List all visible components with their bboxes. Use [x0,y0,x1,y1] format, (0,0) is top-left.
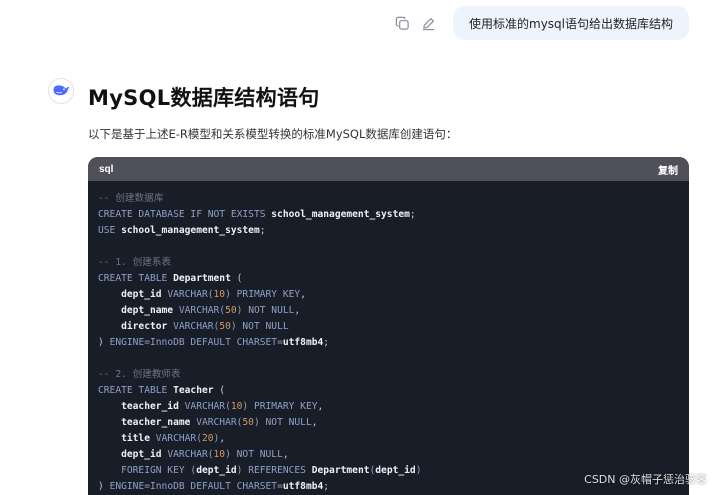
code-token: school_management_system [121,225,260,236]
code-block-header: sql 复制 [88,157,689,181]
code-token: , [311,417,318,428]
code-token: ) [415,465,422,476]
code-language-label: sql [99,163,114,175]
code-token: CREATE DATABASE IF NOT EXISTS [98,209,272,220]
code-token: ; [409,209,416,220]
code-token: 10 [213,449,226,460]
code-line: -- 2. 创建教师表 [98,367,679,383]
code-token: ; [323,337,330,348]
code-token: school_management_system [271,209,410,220]
code-token: , [317,401,324,412]
watermark: CSDN @灰帽子惩治骇客 [584,473,707,486]
code-token: ( [213,385,226,396]
answer-intro: 以下是基于上述E-R模型和关系模型转换的标准MySQL数据库创建语句： [88,127,458,141]
code-line: director VARCHAR(50) NOT NULL [98,319,679,335]
code-token: utf8mb4 [282,481,324,492]
code-token: teacher_id [98,401,179,412]
code-token: dept_id [196,465,237,476]
code-line: teacher_name VARCHAR(50) NOT NULL, [98,415,679,431]
code-token: Department [173,273,231,284]
code-token: , [282,449,289,460]
code-token: dept_id [375,465,416,476]
whale-logo-icon [52,82,70,101]
code-token: 50 [242,417,254,428]
code-line: USE school_management_system; [98,223,679,239]
code-token: ( [230,273,243,284]
code-token: ) REFERENCES [236,465,312,476]
code-token: director [98,321,168,332]
code-token: ) NOT NULL [236,305,295,316]
code-token: ) PRIMARY KEY [225,289,301,300]
copy-code-button[interactable]: 复制 [658,162,678,177]
code-token: dept_name [98,305,174,316]
code-line: CREATE TABLE Department ( [98,271,679,287]
user-message-bubble: 使用标准的mysql语句给出数据库结构 [453,6,689,40]
code-token: dept_id [98,289,162,300]
code-block: sql 复制 -- 创建数据库 CREATE DATABASE IF NOT EX… [88,157,689,495]
code-line: -- 1. 创建系表 [98,255,679,271]
code-token: ) NOT NULL [253,417,312,428]
code-token: Teacher [173,385,214,396]
code-token: CREATE TABLE [98,385,174,396]
code-token: VARCHAR( [178,401,231,412]
user-message-text: 使用标准的mysql语句给出数据库结构 [469,16,673,31]
code-token: -- 2. 创建教师表 [98,369,181,380]
code-body: -- 创建数据库 CREATE DATABASE IF NOT EXISTS sc… [88,181,689,495]
code-token: ) [98,481,110,492]
code-line: dept_name VARCHAR(50) NOT NULL, [98,303,679,319]
code-token: , [294,305,301,316]
code-token: 20 [201,433,214,444]
user-message-row: 使用标准的mysql语句给出数据库结构 [393,6,689,40]
code-line: CREATE DATABASE IF NOT EXISTS school_man… [98,207,679,223]
message-actions [393,14,437,32]
code-token: Department [311,465,370,476]
assistant-avatar [48,78,74,104]
code-token: ) PRIMARY KEY [242,401,318,412]
code-line: -- 创建数据库 [98,191,679,207]
answer-title: MySQL数据库结构语句 [88,86,320,110]
code-token: VARCHAR( [167,321,220,332]
code-line: dept_id VARCHAR(10) NOT NULL, [98,447,679,463]
code-token: ENGINE=InnoDB DEFAULT CHARSET= [109,481,283,492]
code-token: , [300,289,306,300]
code-token: dept_id [98,449,162,460]
code-token: 10 [213,289,226,300]
code-token: ENGINE=InnoDB DEFAULT CHARSET= [109,337,283,348]
code-token: FOREIGN KEY ( [98,465,197,476]
code-token: -- 1. 创建系表 [98,257,172,268]
code-token: teacher_name [98,417,191,428]
code-token: , [219,433,226,444]
code-token: VARCHAR( [161,449,214,460]
code-token: -- 创建数据库 [98,193,164,204]
code-line: title VARCHAR(20), [98,431,679,447]
code-line: dept_id VARCHAR(10) PRIMARY KEY, [98,287,679,303]
code-token: VARCHAR( [149,433,202,444]
code-token: VARCHAR( [161,289,214,300]
code-token: 10 [230,401,243,412]
code-token: ) [98,337,110,348]
code-token: ; [259,225,266,236]
code-token: 50 [225,305,237,316]
code-token: 50 [219,321,231,332]
code-line: ) ENGINE=InnoDB DEFAULT CHARSET=utf8mb4; [98,335,679,351]
code-token: ; [323,481,330,492]
code-token: CREATE TABLE [98,273,174,284]
copy-icon[interactable] [393,14,411,32]
code-token: utf8mb4 [282,337,324,348]
code-token: VARCHAR( [173,305,226,316]
code-line: teacher_id VARCHAR(10) PRIMARY KEY, [98,399,679,415]
code-line: CREATE TABLE Teacher ( [98,383,679,399]
code-token: VARCHAR( [190,417,243,428]
code-token: ) NOT NULL [230,321,289,332]
code-token: ) NOT NULL [225,449,283,460]
edit-icon[interactable] [419,14,437,32]
code-token: title [98,433,150,444]
code-token: USE [98,225,122,236]
